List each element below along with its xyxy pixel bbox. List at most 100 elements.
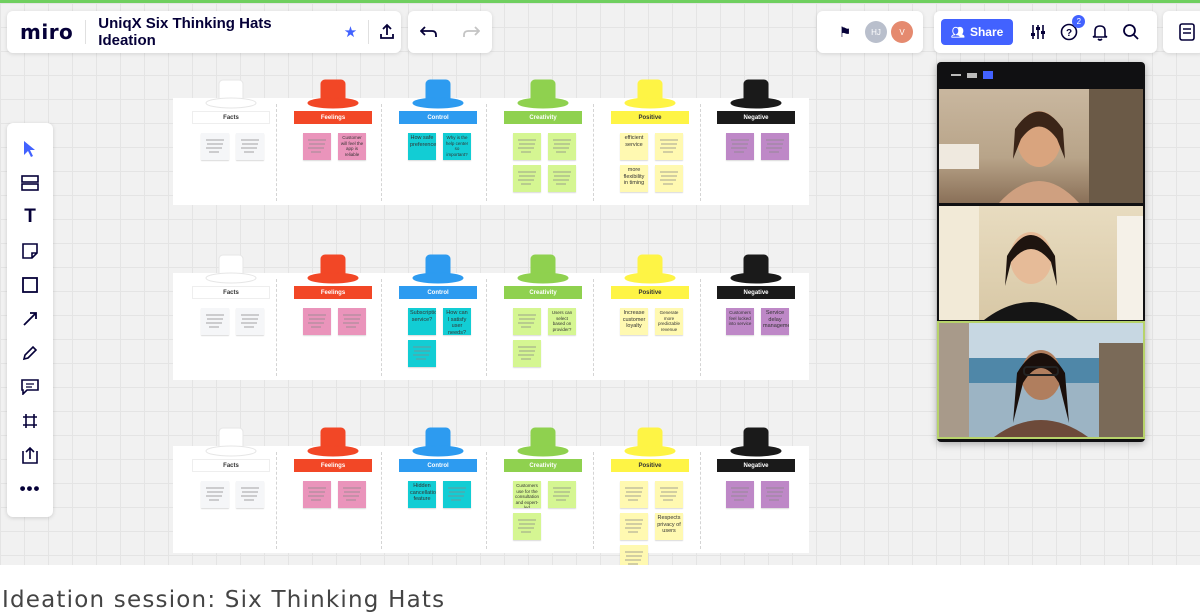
video-panel-header: [937, 62, 1145, 88]
sticky-note[interactable]: [655, 165, 683, 192]
sticky-note[interactable]: Increase customer loyalty: [620, 308, 648, 335]
sticky-note[interactable]: [201, 133, 229, 160]
sticky-note[interactable]: [548, 481, 576, 508]
column-divider: [276, 104, 277, 201]
sticky-note[interactable]: [620, 545, 648, 565]
column-divider: [276, 279, 277, 376]
sticky-note[interactable]: [548, 133, 576, 160]
sticky-note[interactable]: [620, 481, 648, 508]
creation-toolbar: T •••: [7, 123, 53, 517]
templates-icon[interactable]: [15, 169, 45, 196]
avatar[interactable]: HJ: [865, 21, 887, 43]
collaboration-bar: ⚑ HJ V: [817, 11, 923, 53]
sticky-note[interactable]: [513, 340, 541, 367]
hat-label: Creativity: [504, 286, 582, 299]
sticky-note[interactable]: [303, 133, 331, 160]
sticky-note[interactable]: [236, 133, 264, 160]
sticky-note[interactable]: Customers use for the consultation and e…: [513, 481, 541, 508]
sticky-note[interactable]: Respects privacy of users: [655, 513, 683, 540]
sticky-note[interactable]: [513, 308, 541, 335]
column-divider: [593, 452, 594, 549]
more-tools-icon[interactable]: •••: [15, 475, 45, 502]
text-tool-icon[interactable]: T: [15, 203, 45, 230]
miro-logo[interactable]: miro: [20, 20, 73, 44]
connection-line-icon[interactable]: [15, 305, 45, 332]
reactions-icon[interactable]: ⚑: [831, 18, 859, 46]
upload-icon[interactable]: [15, 441, 45, 468]
sticky-note[interactable]: Why is the help center so important?: [443, 133, 471, 160]
column-divider: [381, 452, 382, 549]
sticky-note[interactable]: [655, 481, 683, 508]
sticky-note[interactable]: [303, 481, 331, 508]
select-cursor-icon[interactable]: [15, 135, 45, 162]
sticky-note[interactable]: [761, 481, 789, 508]
frame-icon[interactable]: [15, 407, 45, 434]
undo-icon[interactable]: [415, 18, 443, 46]
sticky-note[interactable]: [726, 133, 754, 160]
sticky-note[interactable]: [726, 481, 754, 508]
sticky-note[interactable]: [201, 481, 229, 508]
hat-label: Facts: [192, 286, 270, 299]
sticky-note[interactable]: Customer will feel the app is reliable: [338, 133, 366, 160]
board-title[interactable]: UniqX Six Thinking Hats Ideation: [98, 15, 330, 49]
redo-icon[interactable]: [457, 18, 485, 46]
sticky-note[interactable]: [513, 133, 541, 160]
hat-label: Control: [399, 286, 477, 299]
comment-icon[interactable]: [15, 373, 45, 400]
sticky-note[interactable]: [408, 340, 436, 367]
sticky-note[interactable]: [620, 513, 648, 540]
video-call-panel[interactable]: [937, 62, 1145, 442]
column-divider: [700, 279, 701, 376]
column-divider: [486, 452, 487, 549]
bell-icon[interactable]: [1086, 18, 1114, 46]
sticky-note[interactable]: [655, 133, 683, 160]
speaker-view-icon[interactable]: [983, 71, 993, 79]
sticky-note[interactable]: Service delay management: [761, 308, 789, 335]
tile-view-icon[interactable]: [967, 72, 977, 78]
sticky-note[interactable]: more flexibility in timing: [620, 165, 648, 192]
actions-bar: 👥︎ Share ? 2: [934, 11, 1157, 53]
column-divider: [381, 279, 382, 376]
image-caption: Ideation session: Six Thinking Hats: [2, 587, 446, 613]
sticky-note[interactable]: How safe preference?: [408, 133, 436, 160]
sticky-note[interactable]: [236, 308, 264, 335]
board-canvas[interactable]: miro UniqX Six Thinking Hats Ideation ★ …: [0, 3, 1200, 565]
avatar[interactable]: V: [891, 21, 913, 43]
sticky-note[interactable]: Subscription service?: [408, 308, 436, 335]
settings-sliders-icon[interactable]: [1024, 18, 1052, 46]
hat-label: Feelings: [294, 111, 372, 124]
share-button[interactable]: 👥︎ Share: [941, 19, 1014, 45]
sticky-note[interactable]: [761, 133, 789, 160]
minimize-icon[interactable]: [951, 74, 961, 76]
column-divider: [700, 104, 701, 201]
search-icon[interactable]: [1117, 18, 1145, 46]
help-icon[interactable]: ? 2: [1055, 15, 1086, 46]
sticky-note[interactable]: [201, 308, 229, 335]
participant-video-3: [937, 321, 1145, 439]
star-icon[interactable]: ★: [337, 18, 365, 46]
sticky-note[interactable]: Customers feel locked into service: [726, 308, 754, 335]
sticky-note[interactable]: [513, 165, 541, 192]
sticky-note[interactable]: [303, 308, 331, 335]
sticky-note[interactable]: [236, 481, 264, 508]
sticky-note[interactable]: Generate more predictable revenue: [655, 308, 683, 335]
sticky-note[interactable]: How can I satisfy user needs?: [443, 308, 471, 335]
sticky-note[interactable]: [513, 513, 541, 540]
sticky-note-icon[interactable]: [15, 237, 45, 264]
notes-list-icon[interactable]: [1173, 18, 1200, 46]
shape-icon[interactable]: [15, 271, 45, 298]
sticky-note[interactable]: [443, 481, 471, 508]
hat-label: Positive: [611, 286, 689, 299]
sticky-note[interactable]: [548, 165, 576, 192]
header-divider: [85, 20, 87, 44]
pen-icon[interactable]: [15, 339, 45, 366]
sticky-note[interactable]: efficient service: [620, 133, 648, 160]
hat-label: Facts: [192, 111, 270, 124]
hat-label: Control: [399, 111, 477, 124]
sticky-note[interactable]: [338, 308, 366, 335]
upload-icon[interactable]: [373, 18, 401, 46]
hat-label: Creativity: [504, 459, 582, 472]
sticky-note[interactable]: Hidden cancellation feature: [408, 481, 436, 508]
sticky-note[interactable]: Users can select based on provider?: [548, 308, 576, 335]
sticky-note[interactable]: [338, 481, 366, 508]
